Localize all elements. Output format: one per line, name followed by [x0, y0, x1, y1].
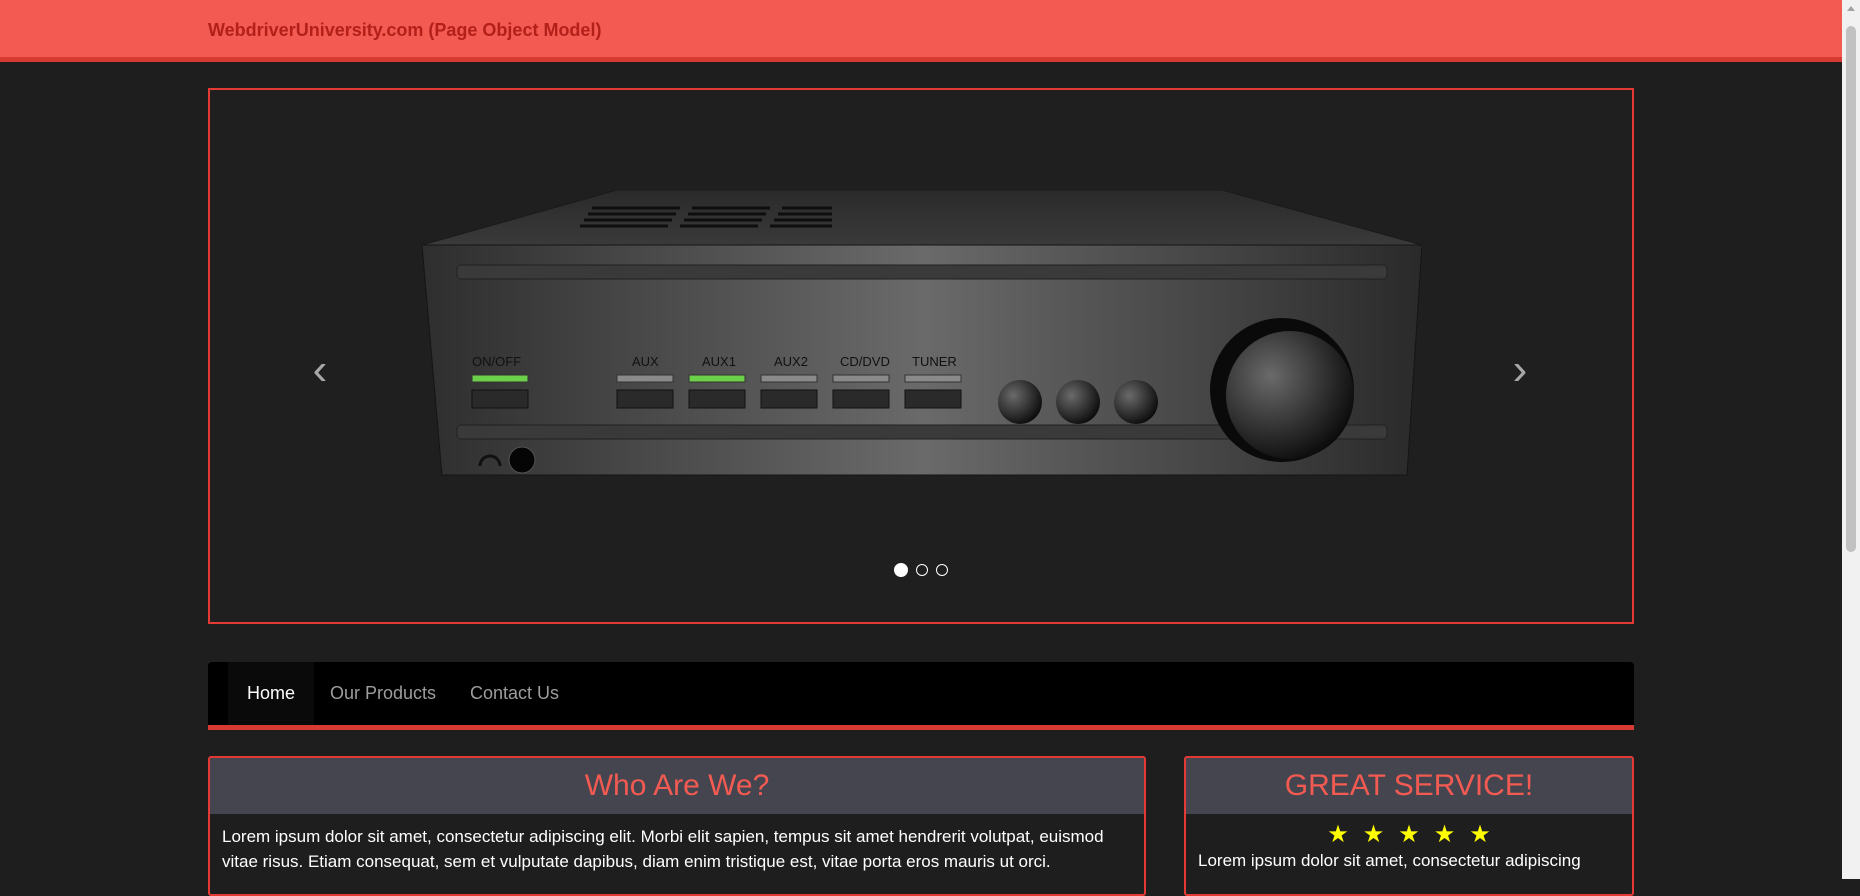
amplifier-image: ON/OFF AUX AUX1 AUX2 CD/DVD TUNER [422, 190, 1422, 476]
who-are-we-panel: Who Are We? Lorem ipsum dolor sit amet, … [208, 756, 1146, 896]
carousel-indicator-2[interactable] [916, 564, 928, 576]
great-service-panel: GREAT SERVICE! ★★★★★ Lorem ipsum dolor s… [1184, 756, 1634, 896]
chevron-left-icon: ‹ [312, 345, 328, 394]
rating-stars-icon: ★★★★★ [1327, 821, 1505, 848]
scroll-up-icon[interactable] [1847, 6, 1855, 11]
who-are-we-text: Lorem ipsum dolor sit amet, consectetur … [222, 827, 1104, 871]
page-scrollbar[interactable] [1842, 0, 1860, 879]
nav-our-products[interactable]: Our Products [311, 662, 455, 725]
image-carousel: ‹ › ON/OFF AUX AUX1 AUX2 CD/DVD TUNER [208, 88, 1634, 624]
main-navbar: Home Our Products Contact Us [208, 662, 1634, 730]
great-service-text: Lorem ipsum dolor sit amet, consectetur … [1198, 851, 1581, 870]
svg-text:AUX: AUX [632, 354, 659, 369]
svg-text:AUX2: AUX2 [774, 354, 808, 369]
carousel-prev-button[interactable]: ‹ [300, 340, 340, 400]
scroll-thumb[interactable] [1846, 26, 1856, 552]
svg-text:CD/DVD: CD/DVD [840, 354, 890, 369]
carousel-indicator-1[interactable] [894, 563, 908, 577]
carousel-indicator-3[interactable] [936, 564, 948, 576]
who-are-we-title: Who Are We? [210, 758, 1144, 814]
svg-text:TUNER: TUNER [912, 354, 957, 369]
nav-home[interactable]: Home [228, 662, 315, 725]
top-header: WebdriverUniversity.com (Page Object Mod… [0, 0, 1842, 62]
brand-link[interactable]: WebdriverUniversity.com (Page Object Mod… [208, 20, 601, 41]
carousel-indicators [210, 563, 1632, 577]
nav-contact-us[interactable]: Contact Us [451, 662, 578, 725]
chevron-right-icon: › [1512, 345, 1528, 394]
great-service-title: GREAT SERVICE! [1186, 758, 1632, 814]
svg-text:ON/OFF: ON/OFF [472, 354, 521, 369]
carousel-next-button[interactable]: › [1500, 340, 1540, 400]
svg-text:AUX1: AUX1 [702, 354, 736, 369]
